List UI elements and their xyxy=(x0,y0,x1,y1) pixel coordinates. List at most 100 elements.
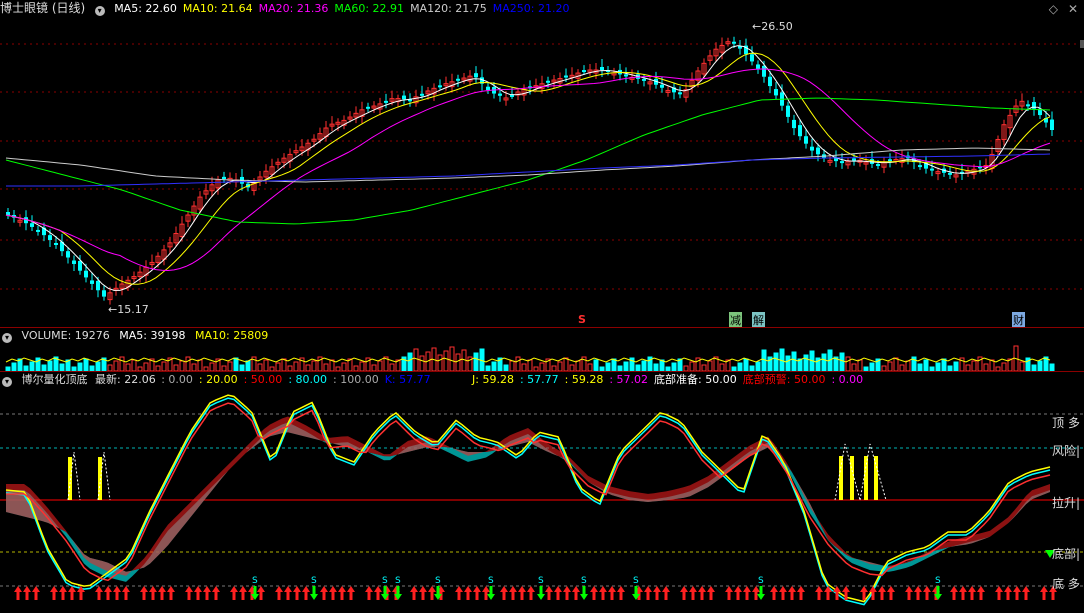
volume-bar xyxy=(611,358,617,371)
volume-bar xyxy=(857,359,863,371)
volume-bar xyxy=(11,362,17,371)
volume-bar xyxy=(29,361,35,371)
volume-bar xyxy=(1019,361,1025,371)
volume-bar xyxy=(1001,362,1007,371)
down-arrow xyxy=(310,586,318,600)
up-arrow xyxy=(50,586,58,600)
up-arrow xyxy=(887,586,895,600)
candle-body xyxy=(90,280,94,284)
ma-label-4: MA120: 21.75 xyxy=(410,2,487,15)
spike-bar-2 xyxy=(839,456,843,500)
up-arrow xyxy=(203,586,211,600)
collapse-icon[interactable]: ▾ xyxy=(94,6,105,16)
candle-body xyxy=(732,41,736,44)
volume-bar xyxy=(755,361,761,371)
up-arrow xyxy=(509,586,517,600)
event-jie-marker[interactable]: 解 xyxy=(752,312,765,327)
volume-bar xyxy=(605,362,611,371)
candle-body xyxy=(6,212,10,215)
volume-bar xyxy=(935,362,941,371)
event-cai-marker[interactable]: 财 xyxy=(1012,312,1025,327)
ma250-line xyxy=(6,153,1051,187)
price-panel[interactable]: 博士眼镜 (日线) ▾ MA5: 22.60 MA10: 21.64 MA20: 2… xyxy=(0,0,1084,327)
candle-body xyxy=(546,80,550,83)
collapse-icon[interactable]: ▾ xyxy=(2,377,12,387)
s-mark: S xyxy=(252,576,258,586)
volume-bar xyxy=(311,360,317,371)
scroll-handle[interactable] xyxy=(1080,40,1084,48)
volume-header: ▾ VOLUME: 19276 MA5: 39198 MA10: 25809 xyxy=(0,328,274,344)
s-mark: S xyxy=(538,576,544,586)
candle-body xyxy=(642,78,646,81)
spike-outline-2 xyxy=(834,443,861,501)
up-arrow xyxy=(518,586,526,600)
volume-bar xyxy=(413,348,419,371)
close-icon[interactable]: ✕ xyxy=(1068,2,1078,16)
volume-bar xyxy=(389,363,395,371)
diamond-icon[interactable]: ◇ xyxy=(1049,2,1058,16)
volume-bar xyxy=(455,353,461,371)
collapse-icon[interactable]: ▾ xyxy=(2,333,12,343)
up-arrow xyxy=(23,586,31,600)
up-arrow xyxy=(995,586,1003,600)
high-price-label: ←26.50 xyxy=(752,20,793,33)
candle-body xyxy=(678,92,682,95)
up-arrow xyxy=(149,586,157,600)
volume-bar xyxy=(971,360,977,371)
up-arrow xyxy=(1040,586,1048,600)
candle-body xyxy=(660,84,664,88)
up-arrow xyxy=(608,586,616,600)
volume-panel[interactable]: ▾ VOLUME: 19276 MA5: 39198 MA10: 25809 xyxy=(0,328,1084,371)
volume-bar xyxy=(191,363,197,371)
indicator-panel[interactable]: SSSSSSSSSSS ▾ 博尔量化顶底 最新: 22.06 : 0.00: 2… xyxy=(0,372,1084,613)
label-bottom2: 底 多 xyxy=(1052,577,1080,591)
up-arrow xyxy=(293,586,301,600)
label-risk: 风险| xyxy=(1051,444,1080,458)
up-arrow xyxy=(1013,586,1021,600)
up-arrow xyxy=(428,586,436,600)
volume-bar xyxy=(641,360,647,371)
volume-bar xyxy=(521,363,527,371)
s-mark: S xyxy=(758,576,764,586)
up-arrow xyxy=(662,586,670,600)
up-arrow xyxy=(878,586,886,600)
volume-bar xyxy=(893,357,899,371)
volume-bar xyxy=(281,358,287,371)
volume-bar xyxy=(707,360,713,371)
ma5-line xyxy=(5,45,1051,291)
up-arrow xyxy=(1004,586,1012,600)
up-arrow xyxy=(32,586,40,600)
up-arrow xyxy=(347,586,355,600)
candle-body xyxy=(768,76,772,87)
volume-bar xyxy=(377,360,383,371)
up-arrow xyxy=(122,586,130,600)
volume-bar xyxy=(839,352,845,371)
up-arrow xyxy=(59,586,67,600)
event-jian-marker[interactable]: 减 xyxy=(729,312,742,327)
label-lift: 拉升| xyxy=(1051,496,1080,510)
volume-ma5: MA5: 39198 xyxy=(119,329,186,342)
up-arrow xyxy=(698,586,706,600)
up-arrow xyxy=(707,586,715,600)
j-label-0: J: 59.28 xyxy=(472,373,514,386)
up-arrow xyxy=(230,586,238,600)
volume-bar xyxy=(257,363,263,371)
up-arrow xyxy=(590,586,598,600)
event-s-marker[interactable]: S xyxy=(578,313,586,326)
spike-bar-1 xyxy=(98,457,102,500)
volume-bar xyxy=(263,359,269,371)
s-mark: S xyxy=(935,576,941,586)
up-arrow xyxy=(365,586,373,600)
spike-bar-4 xyxy=(864,456,868,500)
up-arrow xyxy=(689,586,697,600)
volume-bar xyxy=(209,362,215,371)
up-arrow xyxy=(113,586,121,600)
spike-bar-3 xyxy=(850,456,854,500)
volume-bar xyxy=(743,358,749,371)
up-arrow xyxy=(743,586,751,600)
up-arrow xyxy=(725,586,733,600)
up-arrow xyxy=(734,586,742,600)
up-arrow xyxy=(680,586,688,600)
candle-body xyxy=(30,223,34,227)
volume-bar xyxy=(515,356,521,371)
